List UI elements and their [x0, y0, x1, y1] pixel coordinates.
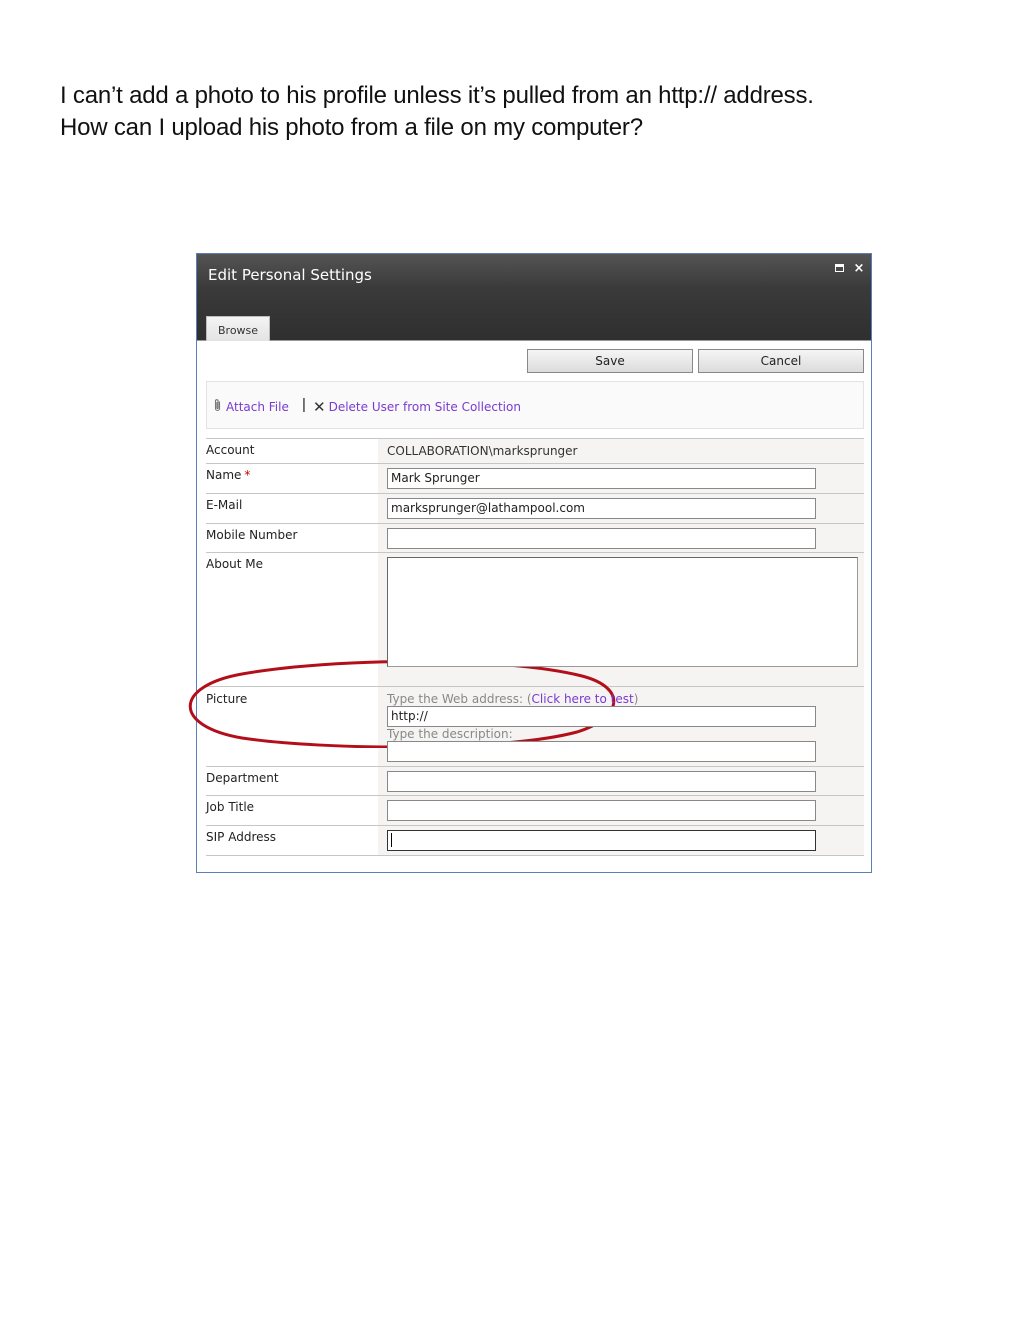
maximize-icon[interactable]	[833, 263, 845, 275]
mobile-input[interactable]	[387, 528, 816, 549]
hint-close-paren: )	[633, 692, 639, 706]
attach-file-link[interactable]: Attach File	[213, 398, 289, 416]
form-bottom-divider	[206, 855, 864, 856]
row-name: Name * Mark Sprunger	[206, 463, 864, 493]
cancel-button[interactable]: Cancel	[698, 349, 864, 373]
edit-personal-settings-dialog: Edit Personal Settings × Browse Save Can…	[196, 253, 872, 873]
row-department: Department	[206, 766, 864, 795]
text-caret	[391, 833, 392, 847]
close-icon[interactable]: ×	[853, 262, 865, 275]
picture-description-input[interactable]	[387, 741, 816, 762]
email-input[interactable]: marksprunger@lathampool.com	[387, 498, 816, 519]
paperclip-icon	[213, 398, 222, 416]
question-text: I can’t add a photo to his profile unles…	[60, 80, 814, 144]
dialog-title: Edit Personal Settings	[208, 266, 372, 284]
picture-url-input[interactable]: http://	[387, 706, 816, 727]
mobile-label: Mobile Number	[206, 528, 298, 542]
required-marker: *	[244, 468, 251, 482]
delete-user-link[interactable]: ✕ Delete User from Site Collection	[313, 398, 521, 416]
toolbar-separator: |	[302, 396, 306, 413]
job-title-input[interactable]	[387, 800, 816, 821]
save-button[interactable]: Save	[527, 349, 693, 373]
about-me-label: About Me	[206, 557, 264, 571]
department-input[interactable]	[387, 771, 816, 792]
sip-address-input[interactable]	[387, 830, 816, 851]
tab-browse[interactable]: Browse	[206, 316, 271, 341]
name-label-text: Name	[206, 468, 242, 482]
account-label: Account	[206, 443, 255, 457]
delete-x-icon: ✕	[313, 398, 326, 416]
sip-address-label: SIP Address	[206, 830, 276, 844]
row-about-me: About Me	[206, 552, 864, 686]
click-here-to-test-link[interactable]: Click here to test	[532, 692, 634, 706]
row-job-title: Job Title	[206, 795, 864, 825]
row-email: E-Mail marksprunger@lathampool.com	[206, 493, 864, 523]
row-account: Account COLLABORATION\marksprunger	[206, 438, 864, 463]
row-picture: Picture Type the Web address: (Click her…	[206, 686, 864, 766]
job-title-label: Job Title	[206, 800, 255, 814]
row-mobile: Mobile Number	[206, 523, 864, 552]
question-line-2: How can I upload his photo from a file o…	[60, 114, 643, 141]
description-hint: Type the description:	[387, 727, 513, 741]
about-me-textarea[interactable]	[387, 557, 858, 667]
name-input[interactable]: Mark Sprunger	[387, 468, 816, 489]
settings-form: Account COLLABORATION\marksprunger Name *…	[206, 438, 864, 856]
web-address-hint-text: Type the Web address: (	[387, 692, 532, 706]
action-toolbar: Attach File | ✕ Delete User from Site Col…	[206, 381, 864, 429]
web-address-hint: Type the Web address: (Click here to tes…	[387, 692, 638, 706]
name-label: Name *	[206, 468, 250, 482]
attach-file-label: Attach File	[226, 400, 289, 414]
picture-label: Picture	[206, 692, 248, 706]
email-label: E-Mail	[206, 498, 243, 512]
dialog-header: Edit Personal Settings × Browse	[197, 254, 871, 341]
department-label: Department	[206, 771, 279, 785]
row-sip-address: SIP Address	[206, 825, 864, 855]
account-value: COLLABORATION\marksprunger	[387, 444, 578, 458]
question-line-1: I can’t add a photo to his profile unles…	[60, 82, 814, 109]
delete-user-label: Delete User from Site Collection	[328, 400, 521, 414]
